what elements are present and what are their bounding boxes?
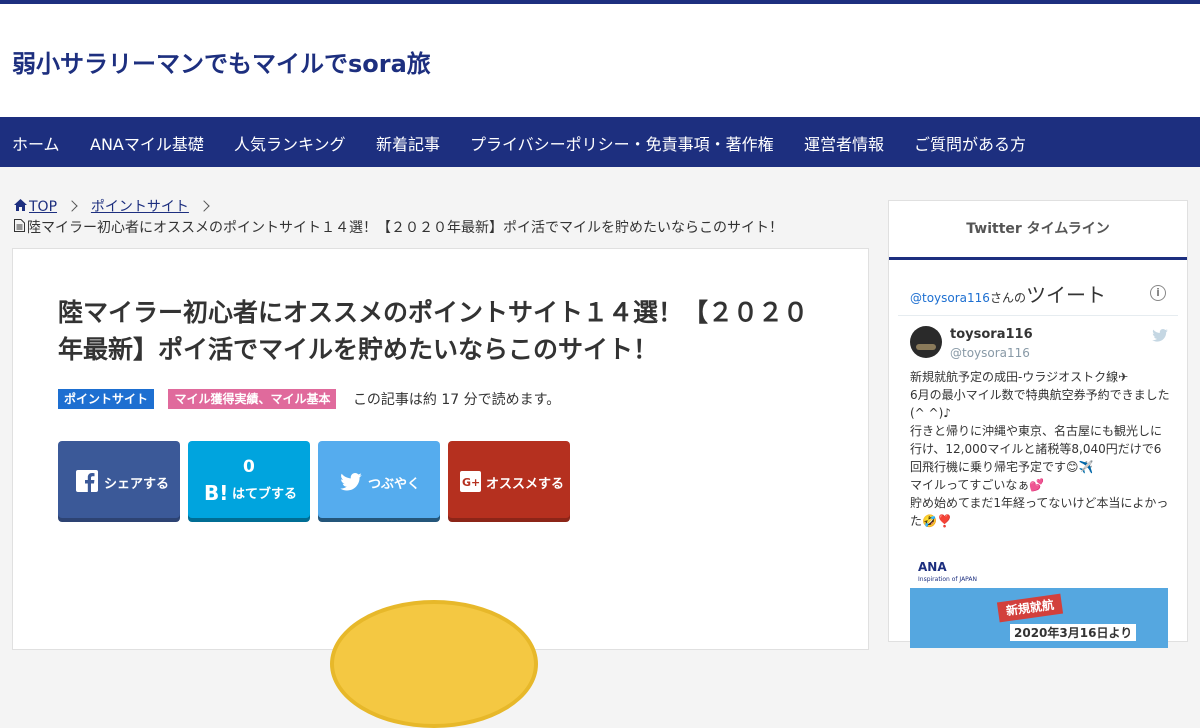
document-icon xyxy=(14,218,25,238)
nav-item-home[interactable]: ホーム xyxy=(12,117,60,167)
widget-title: Twitter タイムライン xyxy=(889,201,1187,260)
chevron-right-icon xyxy=(198,200,211,212)
site-title[interactable]: 弱小サラリーマンでもマイルでsora旅 xyxy=(12,44,431,79)
google-plus-button[interactable]: G+ オススメする xyxy=(448,441,570,518)
hatena-count: 0 xyxy=(243,457,255,477)
hatena-bookmark-button[interactable]: 0 B! はてブする xyxy=(188,441,310,518)
ana-logo: ANA xyxy=(918,560,947,574)
tweet-user-name[interactable]: toysora116 xyxy=(950,327,1033,342)
tweet-line: 行きと帰りに沖縄や東京、名古屋にも観光しに行け、12,000マイルと諸税等8,0… xyxy=(910,424,1163,474)
facebook-share-button[interactable]: シェアする xyxy=(58,441,180,518)
nav-item-ana-mile-basics[interactable]: ANAマイル基礎 xyxy=(90,117,204,167)
tweet-text: 新規就航予定の成田-ウラジオストク線✈ 6月の最小マイル数で特典航空券予約できま… xyxy=(910,368,1172,530)
timeline-suffix: さんの xyxy=(989,291,1026,305)
google-plus-icon: G+ xyxy=(460,471,481,496)
main-nav: ホーム ANAマイル基礎 人気ランキング 新着記事 プライバシーポリシー・免責事… xyxy=(0,117,1200,167)
twitter-bird-icon[interactable] xyxy=(1152,327,1168,346)
breadcrumb-current: 陸マイラー初心者にオススメのポイントサイト１４選！【２０２０年最新】ポイ活でマイ… xyxy=(27,220,783,236)
nav-item-ranking[interactable]: 人気ランキング xyxy=(234,117,346,167)
hatena-label: はてブする xyxy=(232,487,298,502)
hatena-b-icon: B! xyxy=(204,481,229,505)
avatar[interactable] xyxy=(910,326,942,358)
tweet-line: 貯め始めてまだ1年経ってないけど本当によかった🤣❣️ xyxy=(910,496,1169,528)
breadcrumb-home-link[interactable]: TOP xyxy=(29,199,57,215)
google-plus-label: オススメする xyxy=(486,477,565,492)
timeline-user-link[interactable]: @toysora116 xyxy=(910,291,990,305)
nav-item-new-posts[interactable]: 新着記事 xyxy=(376,117,440,167)
facebook-icon xyxy=(76,470,98,496)
new-route-date: 2020年3月16日より xyxy=(1010,624,1137,641)
article-card: 陸マイラー初心者にオススメのポイントサイト１４選！【２０２０年最新】ポイ活でマイ… xyxy=(12,248,869,650)
breadcrumb-category-link[interactable]: ポイントサイト xyxy=(91,199,189,215)
sidebar-twitter-widget: Twitter タイムライン @toysora116さんのツイート i toys… xyxy=(888,200,1188,648)
tweet-user-handle: @toysora116 xyxy=(950,346,1030,360)
twitter-timeline: @toysora116さんのツイート i toysora116 @toysora… xyxy=(898,271,1178,648)
site-header: 弱小サラリーマンでもマイルでsora旅 xyxy=(0,4,1200,117)
home-icon xyxy=(14,198,27,216)
breadcrumb: TOP ポイントサイト 陸マイラー初心者にオススメのポイントサイト１４選！【２０… xyxy=(14,198,783,238)
chevron-right-icon xyxy=(66,200,79,212)
category-badge-point-site[interactable]: ポイントサイト xyxy=(58,389,155,409)
nav-item-operator[interactable]: 運営者情報 xyxy=(804,117,884,167)
twitter-label: つぶやく xyxy=(368,477,421,492)
article-title: 陸マイラー初心者にオススメのポイントサイト１４選！【２０２０年最新】ポイ活でマイ… xyxy=(58,298,809,364)
divider xyxy=(898,315,1178,316)
read-time: この記事は約 17 分で読めます。 xyxy=(352,392,561,408)
twitter-tweet-button[interactable]: つぶやく xyxy=(318,441,440,518)
tweet-line: 新規就航予定の成田-ウラジオストク線✈ xyxy=(910,370,1129,384)
twitter-bird-icon xyxy=(340,473,362,495)
nav-item-privacy[interactable]: プライバシーポリシー・免責事項・著作権 xyxy=(470,117,774,167)
svg-text:G+: G+ xyxy=(462,476,480,489)
facebook-share-label: シェアする xyxy=(104,477,170,492)
category-badge-mile-results[interactable]: マイル獲得実績、マイル基本 xyxy=(168,389,337,409)
timeline-title: ツイート xyxy=(1025,283,1106,307)
coin-illustration xyxy=(330,600,538,728)
article-meta: ポイントサイト マイル獲得実績、マイル基本 この記事は約 17 分で読めます。 xyxy=(58,389,560,409)
info-icon[interactable]: i xyxy=(1150,285,1166,301)
tweet-line: マイルってすごいなぁ💕 xyxy=(910,478,1045,492)
timeline-header: @toysora116さんのツイート xyxy=(910,279,1106,308)
tweet-media-image[interactable]: ANA Inspiration of JAPAN 新規就航 2020年3月16日… xyxy=(910,556,1168,648)
nav-item-questions[interactable]: ご質問がある方 xyxy=(914,117,1026,167)
ana-logo-subtitle: Inspiration of JAPAN xyxy=(918,576,978,583)
tweet-line: 6月の最小マイル数で特典航空券予約できました(^ ^)♪ xyxy=(910,388,1170,420)
